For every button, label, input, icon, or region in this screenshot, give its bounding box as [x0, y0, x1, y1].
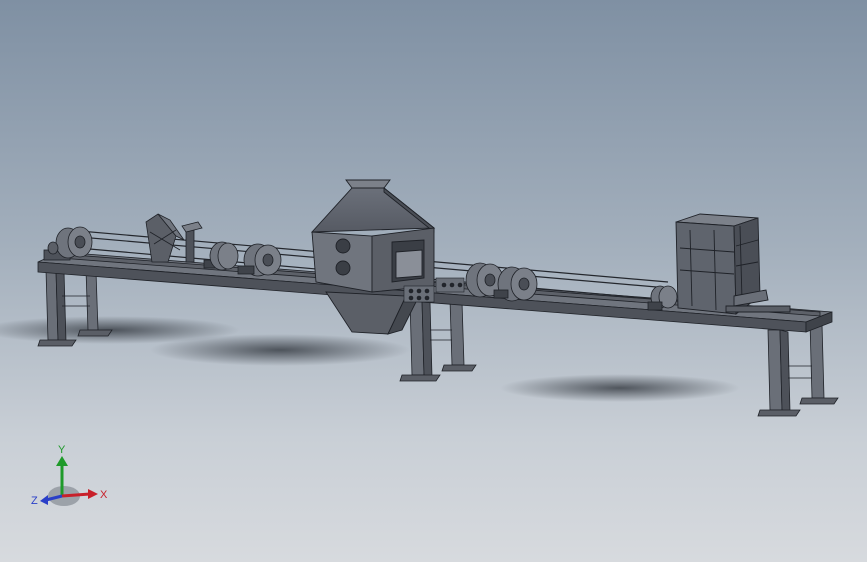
y-axis-label: Y: [58, 444, 66, 456]
idler-pulleys-right: [465, 262, 538, 302]
z-axis-label: Z: [31, 495, 38, 507]
discharge-frame: [675, 213, 791, 315]
support-leg-right: [757, 321, 839, 417]
conveyor-assembly-model[interactable]: [0, 0, 867, 562]
coordinate-triad: Y X Z: [31, 444, 108, 507]
drive-pulley-left: [43, 226, 93, 261]
feeder-mechanism: [145, 213, 203, 263]
tail-pulley: [647, 285, 678, 311]
x-axis-label: X: [100, 489, 108, 501]
graphics-viewport[interactable]: Y X Z: [0, 0, 867, 562]
